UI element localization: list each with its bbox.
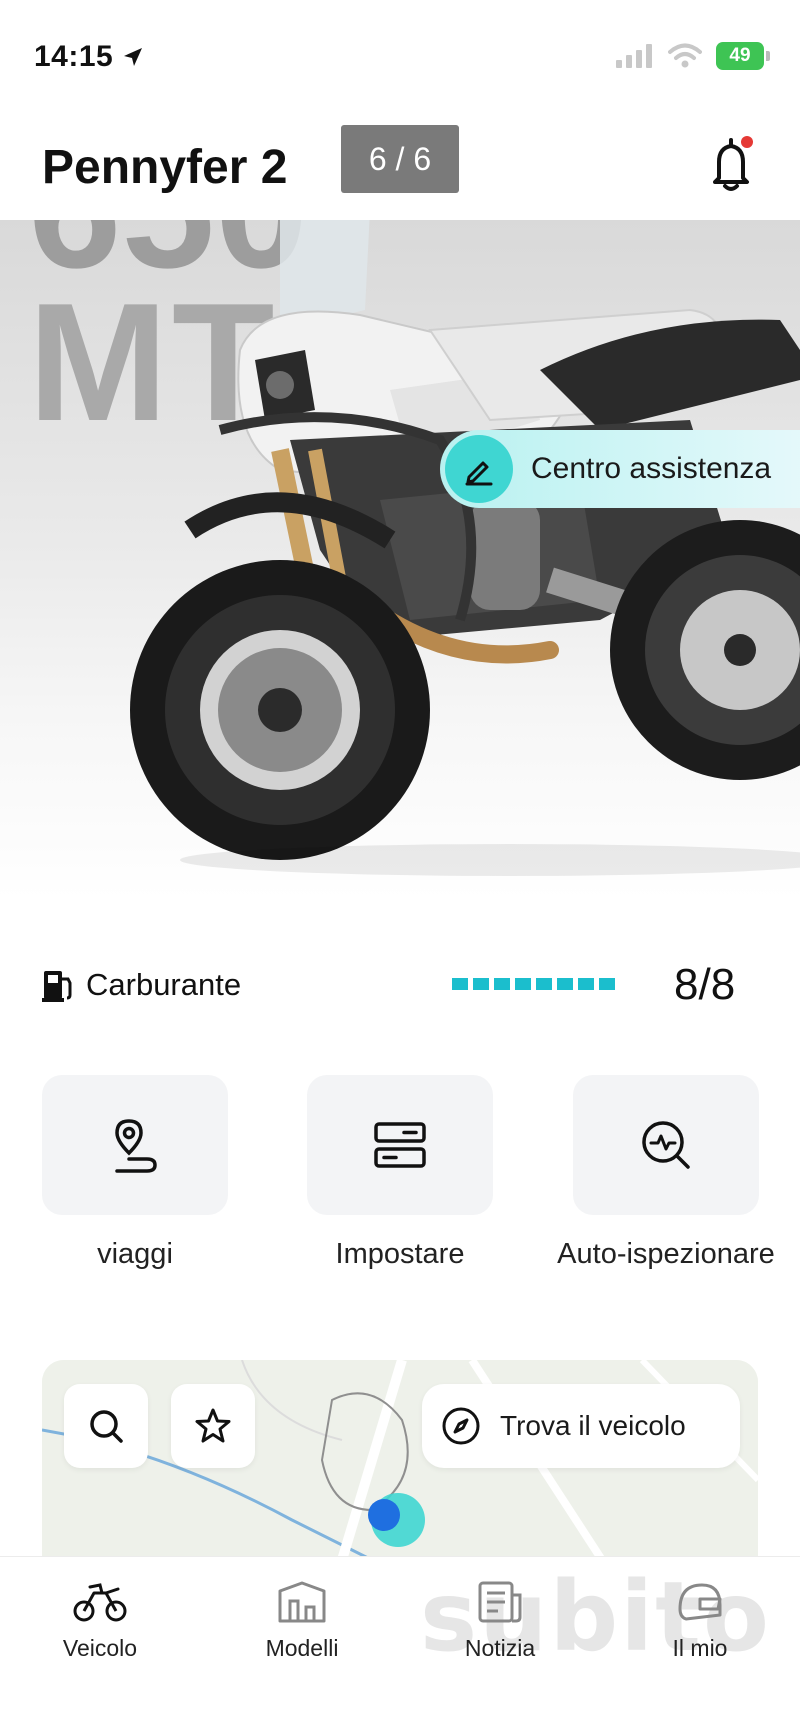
route-pin-icon (115, 1119, 157, 1173)
map-search-button[interactable] (64, 1384, 148, 1468)
search-icon (90, 1410, 123, 1443)
models-icon (278, 1581, 326, 1623)
find-vehicle-label: Trova il veicolo (500, 1410, 686, 1441)
vehicle-name: Pennyfer 2 (42, 141, 288, 194)
fuel-segment (494, 978, 510, 990)
pencil-icon (445, 435, 513, 503)
wifi-icon (668, 43, 702, 68)
bottom-tab-bar: subito Veicolo Modelli Notizia Il mio (0, 1556, 800, 1732)
self-inspection-label: Auto-ispezionare (557, 1238, 775, 1270)
tab-profile-label: Il mio (672, 1635, 728, 1661)
vehicle-map[interactable]: Trova il veicolo (42, 1360, 758, 1560)
notifications-button[interactable] (703, 134, 759, 196)
self-inspection-button[interactable] (573, 1075, 759, 1215)
fuel-gauge (452, 978, 615, 990)
find-vehicle-button[interactable]: Trova il veicolo (422, 1384, 740, 1468)
tab-vehicle[interactable]: Veicolo (30, 1579, 170, 1662)
motorcycle-icon (73, 1583, 127, 1622)
tab-news-label: Notizia (464, 1635, 536, 1661)
trips-button[interactable] (42, 1075, 228, 1215)
signal-icon (616, 44, 652, 68)
motorcycle-image (130, 220, 800, 876)
fuel-segment (599, 978, 615, 990)
image-counter: 6 / 6 (341, 125, 459, 193)
settings-list-icon (374, 1122, 426, 1168)
helmet-icon (678, 1583, 722, 1621)
assistance-center-label: Centro assistenza (531, 452, 772, 485)
status-time: 14:15 (34, 40, 145, 74)
fuel-segment (452, 978, 468, 990)
star-icon (195, 1408, 231, 1443)
fuel-pump-icon (42, 971, 72, 1002)
notification-dot (741, 136, 753, 148)
bell-icon (713, 136, 753, 191)
inspection-search-icon (642, 1121, 690, 1169)
fuel-segment (578, 978, 594, 990)
fuel-segment (557, 978, 573, 990)
fuel-value: 8/8 (674, 960, 736, 1009)
tab-vehicle-label: Veicolo (62, 1635, 138, 1661)
fuel-segment (515, 978, 531, 990)
status-bar: 14:15 49 (0, 0, 800, 110)
location-arrow-icon (124, 48, 143, 66)
news-icon (478, 1581, 522, 1623)
status-time-label: 14:15 (34, 40, 114, 73)
tab-profile[interactable]: Il mio (630, 1579, 770, 1662)
settings-button[interactable] (307, 1075, 493, 1215)
trips-label: viaggi (97, 1238, 173, 1270)
compass-icon (442, 1407, 480, 1445)
assistance-center-button[interactable]: Centro assistenza (440, 430, 800, 508)
vehicle-hero: 650 MT (0, 220, 800, 900)
battery-level: 49 (716, 42, 764, 70)
status-icons: 49 (616, 42, 770, 70)
fuel-segment (473, 978, 489, 990)
settings-label: Impostare (335, 1238, 465, 1270)
fuel-segment (536, 978, 552, 990)
map-favorites-button[interactable] (171, 1384, 255, 1468)
fuel-status: Carburante 8/8 (42, 960, 762, 1010)
fuel-label: Carburante (86, 967, 242, 1002)
tab-models[interactable]: Modelli (232, 1579, 372, 1662)
tab-models-label: Modelli (265, 1635, 339, 1661)
battery-indicator: 49 (716, 42, 770, 70)
tab-news[interactable]: Notizia (430, 1579, 570, 1662)
